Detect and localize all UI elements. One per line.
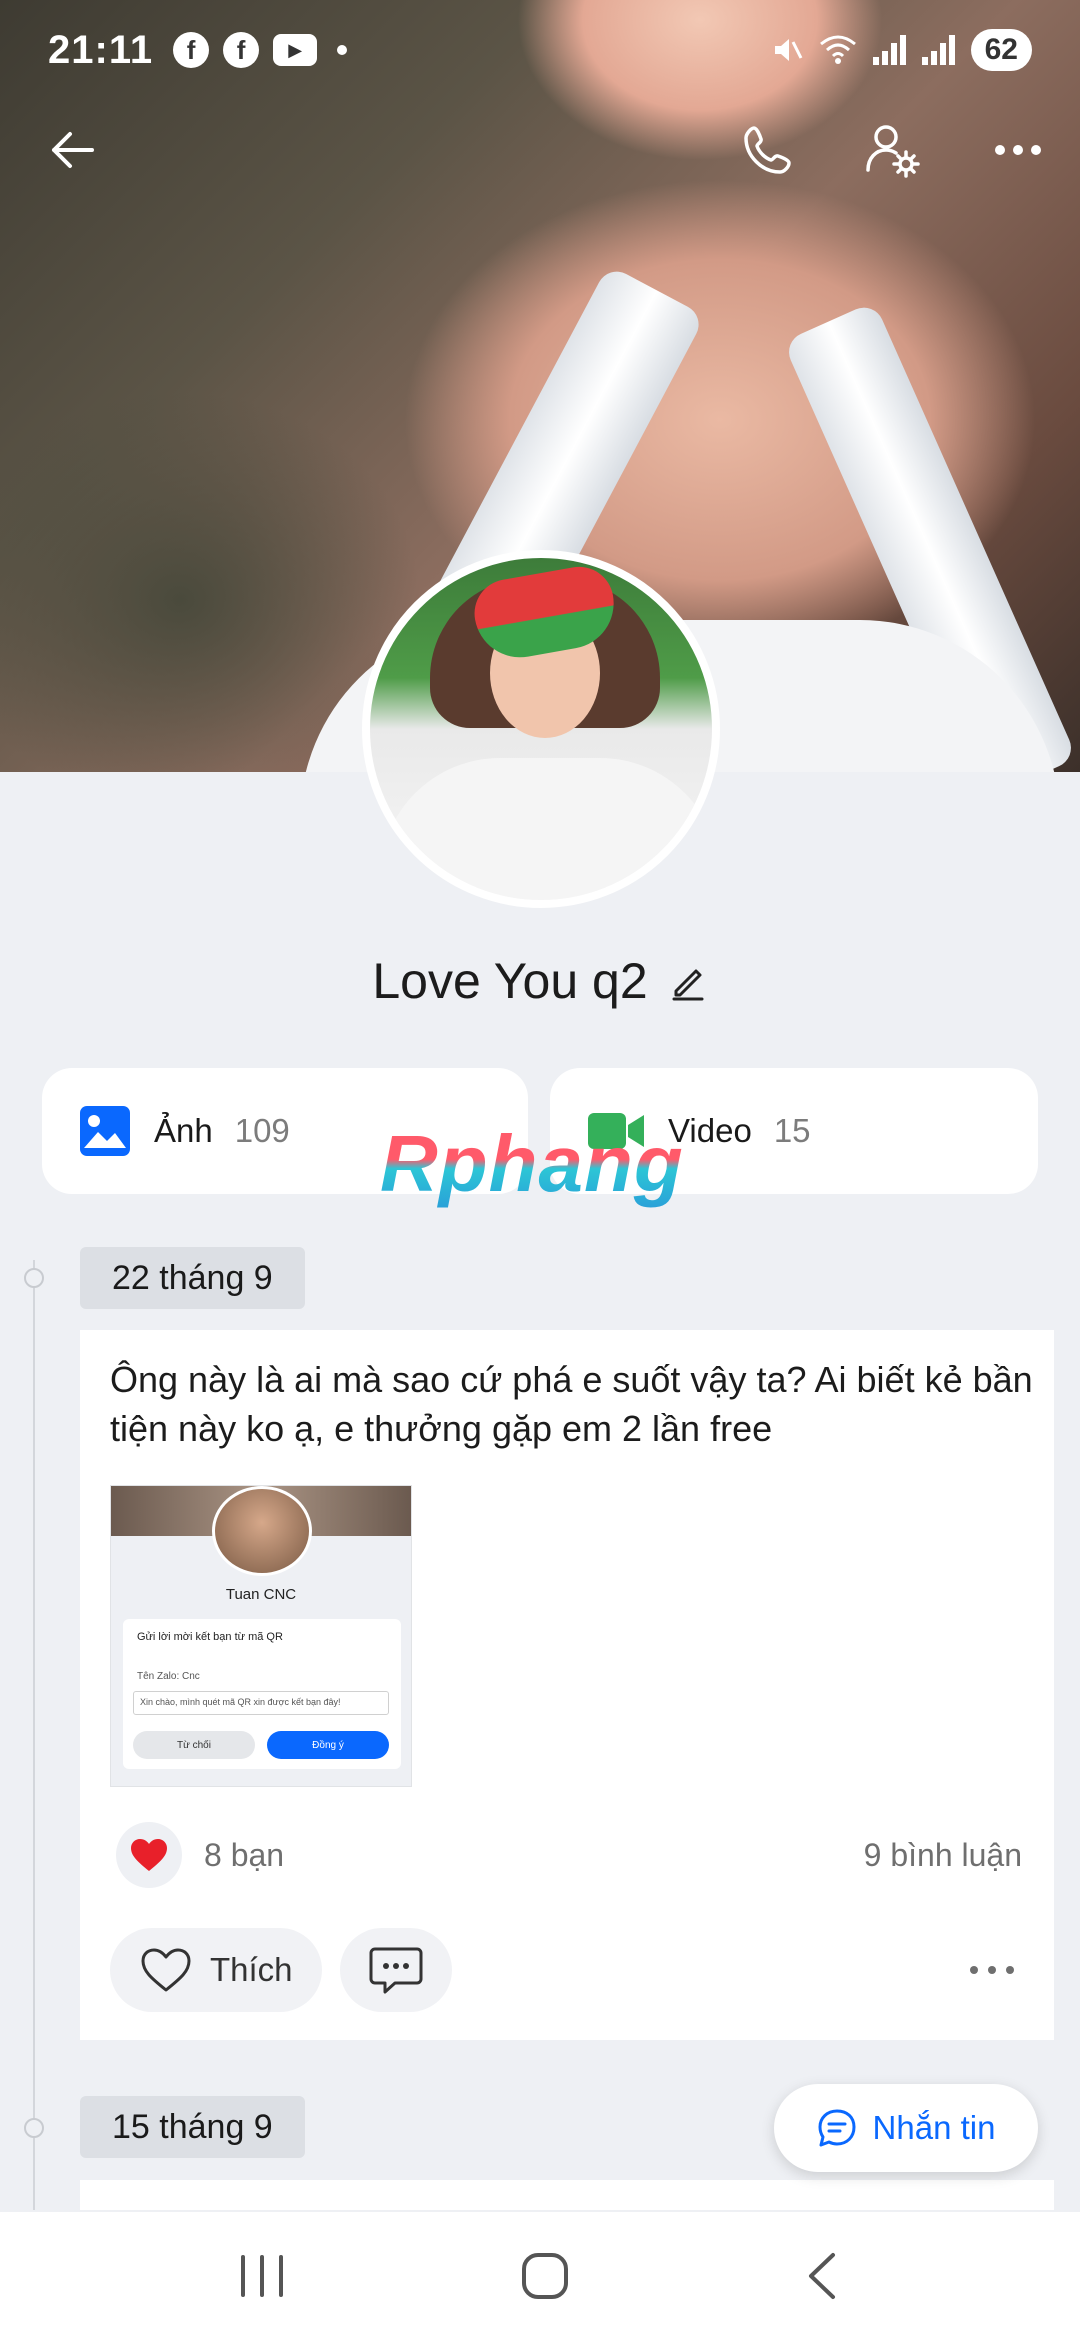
post-actions: Thích — [110, 1928, 1034, 2012]
edit-name-icon[interactable] — [668, 961, 708, 1001]
profile-settings-button[interactable] — [852, 110, 932, 190]
back-button[interactable] — [32, 110, 112, 190]
reaction-summary: 8 bạn 9 bình luận — [116, 1822, 1022, 1888]
recent-apps-icon[interactable] — [237, 2253, 287, 2299]
call-button[interactable] — [728, 110, 808, 190]
videos-count: 15 — [773, 1112, 811, 1149]
top-navigation — [0, 110, 1080, 190]
comment-icon — [369, 1947, 423, 1994]
photos-count: 109 — [234, 1112, 290, 1149]
comment-button[interactable] — [340, 1928, 452, 2012]
thumb-accept: Đồng ý — [267, 1731, 389, 1759]
back-arrow-icon — [52, 132, 94, 168]
message-button[interactable]: Nhắn tin — [774, 2084, 1038, 2172]
post-more-button[interactable] — [950, 1928, 1034, 2012]
photos-label: Ảnh — [154, 1112, 213, 1149]
back-icon[interactable] — [803, 2251, 843, 2301]
like-label: Thích — [210, 1951, 293, 1988]
more-options-button[interactable] — [978, 110, 1058, 190]
status-time: 21:11 — [48, 27, 154, 72]
like-button[interactable]: Thích — [110, 1928, 322, 2012]
thumb-name: Tuan CNC — [225, 1586, 297, 1603]
comment-count[interactable]: 9 bình luận — [864, 1837, 1022, 1874]
thumb-avatar — [212, 1486, 312, 1576]
heart-icon — [131, 1839, 167, 1871]
system-navigation-bar — [0, 2212, 1080, 2340]
avatar-detail — [380, 758, 712, 900]
profile-name: Love You q2 — [372, 953, 648, 1009]
facebook-icon: f — [173, 32, 210, 68]
more-notifications-icon — [337, 45, 348, 55]
status-bar: 21:11 f f ▶ 62 — [0, 0, 1080, 100]
chat-bubble-icon — [818, 2109, 856, 2147]
more-horizontal-icon — [970, 1966, 1014, 1974]
timeline-line — [33, 1260, 35, 2210]
timeline-dot — [24, 2118, 44, 2138]
thumb-message: Xin chào, mình quét mã QR xin được kết b… — [133, 1691, 389, 1715]
thumb-decline: Từ chối — [133, 1731, 255, 1759]
profile-avatar[interactable] — [362, 550, 720, 908]
timeline-dot — [24, 1268, 44, 1288]
battery-indicator: 62 — [970, 29, 1032, 71]
mute-icon — [774, 39, 802, 61]
message-label: Nhắn tin — [872, 2109, 996, 2146]
photo-icon — [80, 1106, 130, 1156]
home-icon[interactable] — [520, 2251, 570, 2301]
wifi-icon — [819, 35, 856, 64]
post-image[interactable]: Tuan CNC Gửi lời mời kết bạn từ mã QR Tê… — [110, 1485, 412, 1787]
post-text[interactable]: Ông này là ai mà sao cứ phá e suốt vậy t… — [110, 1356, 1040, 1453]
user-settings-icon — [866, 125, 920, 178]
date-chip: 22 tháng 9 — [80, 1247, 305, 1309]
profile-name-row: Love You q2 — [0, 952, 1080, 1010]
timeline-post-peek — [80, 2180, 1054, 2210]
more-horizontal-icon — [995, 145, 1041, 155]
thumb-dialog-title: Gửi lời mời kết bạn từ mã QR — [137, 1631, 283, 1643]
date-chip: 15 tháng 9 — [80, 2096, 305, 2158]
phone-icon — [744, 126, 791, 174]
timeline-post: Ông này là ai mà sao cứ phá e suốt vậy t… — [80, 1330, 1054, 2040]
heart-outline-icon — [141, 1948, 191, 1992]
facebook-icon: f — [223, 32, 260, 68]
signal-icon — [872, 35, 906, 65]
signal-icon — [921, 35, 955, 65]
watermark-logo: Rphang — [380, 1119, 684, 1208]
thumb-dialog: Gửi lời mời kết bạn từ mã QR Tên Zalo: C… — [123, 1619, 401, 1769]
reaction-count[interactable]: 8 bạn — [204, 1837, 284, 1874]
heart-reaction-icon[interactable] — [116, 1822, 182, 1888]
youtube-icon: ▶ — [273, 34, 318, 66]
thumb-zalo-name: Tên Zalo: Cnc — [137, 1671, 200, 1682]
